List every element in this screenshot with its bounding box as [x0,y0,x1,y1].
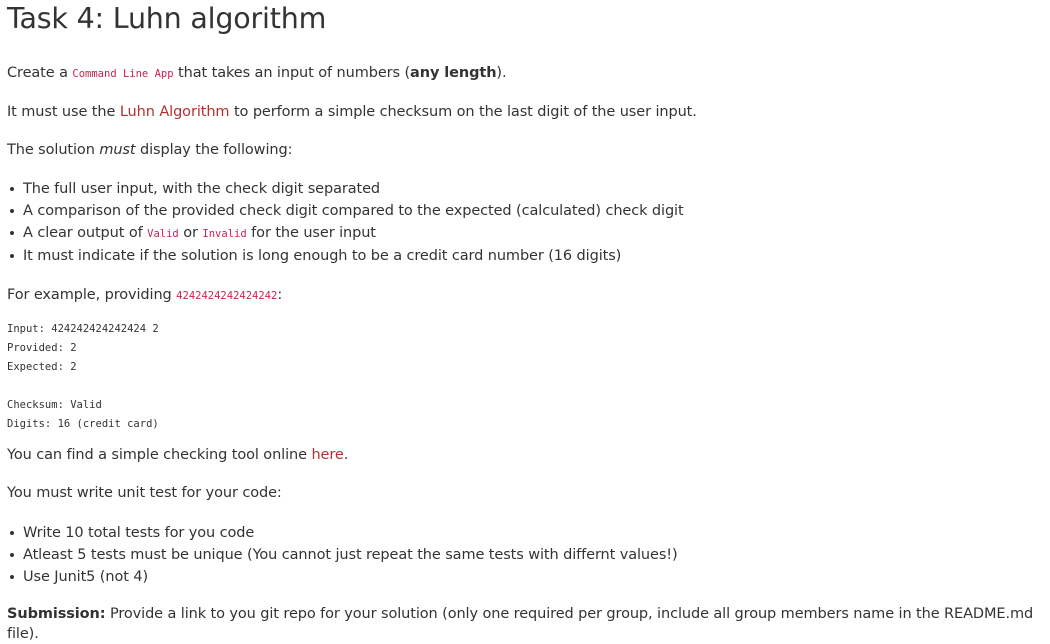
must-use-paragraph: It must use the Luhn Algorithm to perfor… [7,102,1043,122]
intro-suffix: ). [496,65,507,81]
requirement-suffix: for the user input [246,225,376,241]
display-intro-prefix: The solution [7,142,100,158]
output-line: Provided: 2 [7,342,77,354]
example-suffix: : [277,287,283,303]
display-intro-suffix: display the following: [135,142,293,158]
example-prefix: For example, providing [7,287,177,303]
test-requirement-item: Atleast 5 tests must be unique (You cann… [10,544,1043,566]
intro-middle: that takes an input of numbers ( [173,65,411,81]
requirement-middle: or [178,225,203,241]
output-line: Expected: 2 [7,361,77,373]
intro-paragraph: Create a Command Line App that takes an … [7,63,1043,84]
example-paragraph: For example, providing 4242424242424242: [7,285,1043,306]
tests-list: Write 10 total tests for you code Atleas… [7,522,1043,588]
submission-paragraph: Submission: Provide a link to you git re… [7,604,1043,644]
test-requirement-item: Write 10 total tests for you code [10,522,1043,544]
requirement-item: A comparison of the provided check digit… [10,200,1043,222]
submission-label: Submission: [7,606,106,622]
requirements-list: The full user input, with the check digi… [7,178,1043,267]
requirement-item: The full user input, with the check digi… [10,178,1043,200]
task-document: Task 4: Luhn algorithm Create a Command … [0,0,1050,644]
example-number-code: 4242424242424242 [176,290,278,302]
must-emphasis: must [99,142,136,158]
output-line: Digits: 16 (credit card) [7,418,159,430]
luhn-algorithm-link[interactable]: Luhn Algorithm [120,104,230,120]
page-title: Task 4: Luhn algorithm [7,2,327,35]
output-line: Input: 424242424242424 2 [7,323,159,335]
tests-intro-paragraph: You must write unit test for your code: [7,485,282,501]
intro-prefix: Create a [7,65,73,81]
example-output-block: Input: 424242424242424 2 Provided: 2 Expec… [7,320,1043,434]
requirement-prefix: A clear output of [23,225,148,241]
tool-paragraph: You can find a simple checking tool onli… [7,445,1043,465]
tool-suffix: . [343,447,349,463]
requirement-item: A clear output of Valid or Invalid for t… [10,222,1043,245]
output-line: Checksum: Valid [7,399,102,411]
any-length-bold: any length [410,65,497,81]
must-use-prefix: It must use the [7,104,120,120]
command-line-app-code: Command Line App [72,68,174,80]
valid-code: Valid [147,228,179,240]
requirement-item: It must indicate if the solution is long… [10,245,1043,267]
tool-prefix: You can find a simple checking tool onli… [7,447,312,463]
submission-text: Provide a link to you git repo for your … [7,606,1034,642]
must-use-suffix: to perform a simple checksum on the last… [229,104,697,120]
test-requirement-item: Use Junit5 (not 4) [10,566,1043,588]
checking-tool-link[interactable]: here [311,447,343,463]
display-intro-paragraph: The solution must display the following: [7,140,1043,160]
invalid-code: Invalid [202,228,247,240]
